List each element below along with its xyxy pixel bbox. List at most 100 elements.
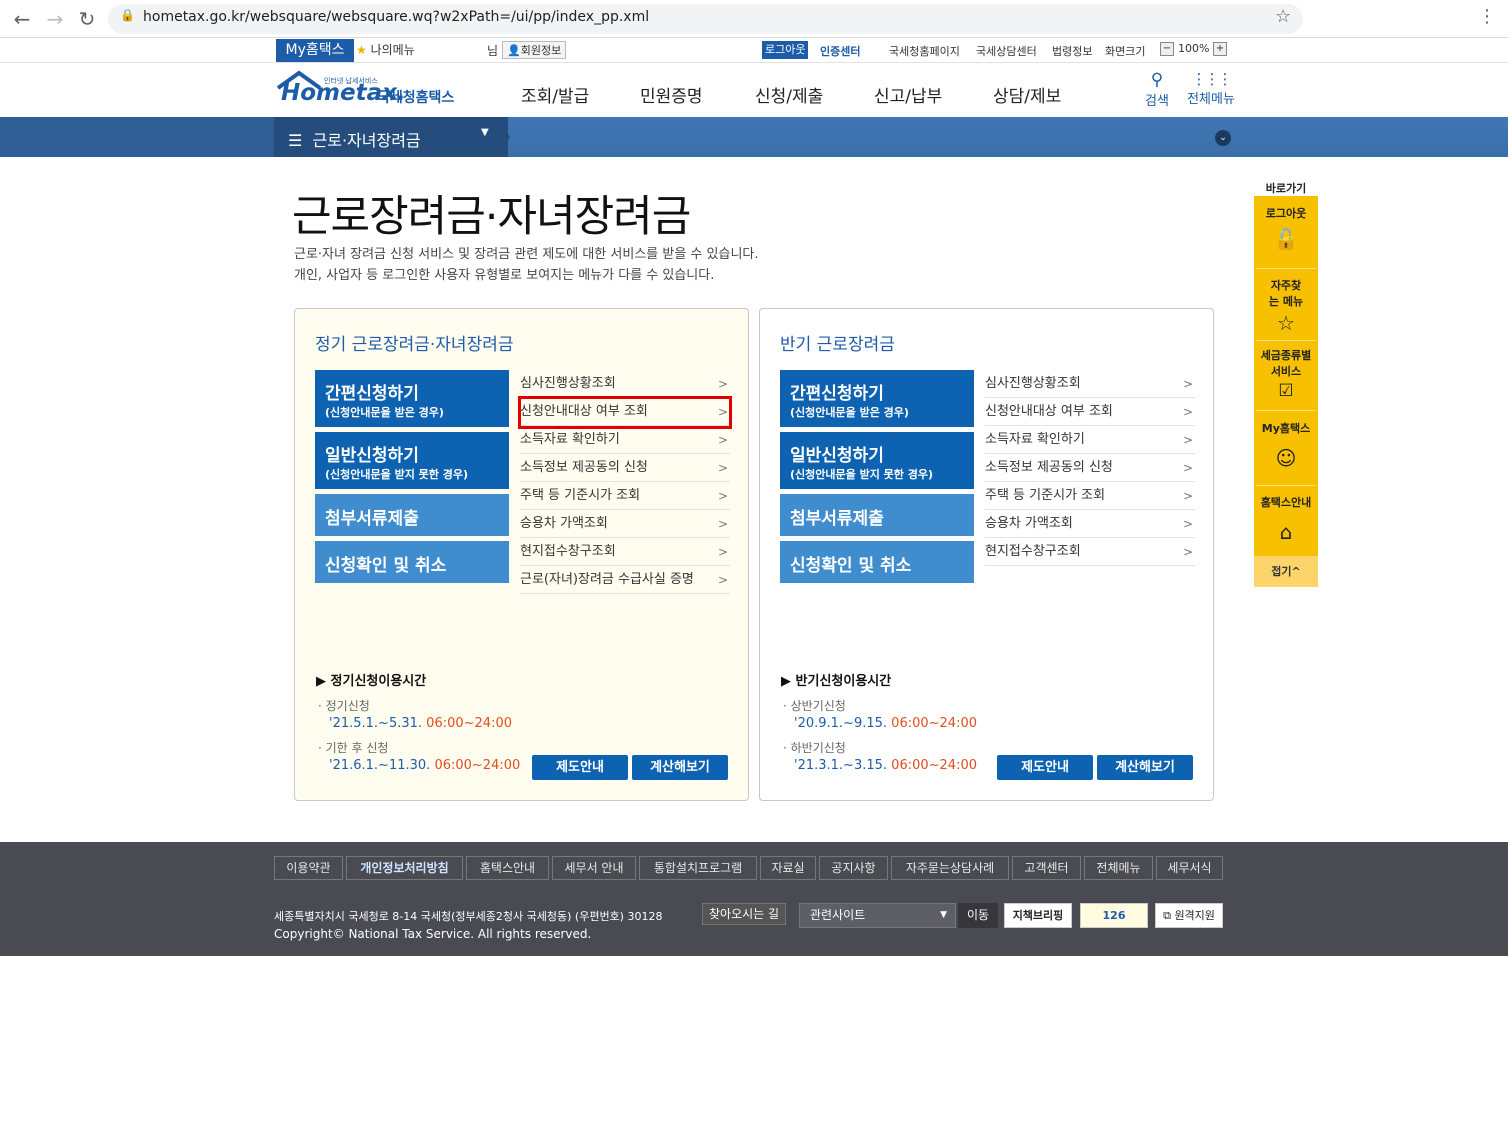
quick-logout[interactable]: 로그아웃 🔓 xyxy=(1254,205,1318,251)
footer-all-menu[interactable]: 전체메뉴 xyxy=(1084,856,1153,880)
regular-period1: '21.5.1.~5.31. 06:00~24:00 xyxy=(329,716,512,731)
simple-apply-sub: (신청안내문을 받은 경우) xyxy=(325,406,444,419)
my-hometax-button[interactable]: My홈택스 xyxy=(276,39,354,62)
general-apply-sub: (신청안내문을 받지 못한 경우) xyxy=(790,468,933,481)
attach-docs-title: 첨부서류제출 xyxy=(325,509,419,529)
half-link-onsite-window[interactable]: 현지접수창구조회 > xyxy=(985,538,1195,566)
half-link-income-consent[interactable]: 소득정보 제공동의 신청 > xyxy=(985,454,1195,482)
tax-counsel-link[interactable]: 국세상담센터 xyxy=(976,43,1037,59)
grid-icon: ⋮⋮⋮ xyxy=(1191,70,1233,88)
back-arrow-icon[interactable]: ← xyxy=(9,6,35,32)
footer-customer-center[interactable]: 고객센터 xyxy=(1012,856,1081,880)
gnb-civil-certificate[interactable]: 민원증명 xyxy=(640,82,703,107)
period-label: 상반기신청 xyxy=(790,699,846,713)
screen-size-label: 화면크기 xyxy=(1105,45,1146,58)
general-apply-button[interactable]: 일반신청하기 (신청안내문을 받지 못한 경우) xyxy=(315,432,509,489)
gnb-report-pay[interactable]: 신고/납부 xyxy=(874,82,942,107)
half-simple-apply-button[interactable]: 간편신청하기 (신청안내문을 받은 경우) xyxy=(780,370,974,427)
category-selector-label[interactable]: ☰ 근로·자녀장려금 xyxy=(288,127,421,151)
half-link-car-value[interactable]: 승용차 가액조회 > xyxy=(985,510,1195,538)
footer-archive[interactable]: 자료실 xyxy=(760,856,816,880)
my-menu-button[interactable]: ★ 나의메뉴 xyxy=(356,41,415,58)
simple-apply-title: 간편신청하기 xyxy=(790,384,884,404)
general-apply-sub: (신청안내문을 받지 못한 경우) xyxy=(325,468,468,481)
zoom-out-button[interactable]: − xyxy=(1160,42,1174,56)
gnb-inquiry-issue[interactable]: 조회/발급 xyxy=(521,82,589,107)
simple-apply-button[interactable]: 간편신청하기 (신청안내문을 받은 경우) xyxy=(315,370,509,427)
all-menu-button[interactable]: ⋮⋮⋮ 전체메뉴 xyxy=(1185,70,1237,107)
quick-hometax-guide[interactable]: 홈택스안내 ⌂ xyxy=(1254,494,1318,544)
utility-bar xyxy=(0,38,1508,63)
link-receipt-certificate[interactable]: 근로(자녀)장려금 수급사실 증명 > xyxy=(520,566,730,594)
remote-support-button[interactable]: ⧉ 원격지원 xyxy=(1155,903,1223,928)
policy-briefing-button[interactable]: 지책브리핑 xyxy=(1004,903,1072,928)
half-confirm-cancel-button[interactable]: 신청확인 및 취소 xyxy=(780,541,974,583)
quick-my-hometax[interactable]: My홈택스 ☺ xyxy=(1254,420,1318,470)
reload-icon[interactable]: ↻ xyxy=(74,6,100,32)
regular-guide-button[interactable]: 제도안내 xyxy=(532,755,628,780)
footer-install-program[interactable]: 통합설치프로그램 xyxy=(639,856,757,880)
zoom-in-button[interactable]: + xyxy=(1213,42,1227,56)
gnb-consult-report[interactable]: 상담/제보 xyxy=(993,82,1061,107)
quick-tax-type-service[interactable]: 세금종류별 서비스 ☑ xyxy=(1254,347,1318,401)
link-income-consent[interactable]: 소득정보 제공동의 신청 > xyxy=(520,454,730,482)
half-calc-button[interactable]: 계산해보기 xyxy=(1097,755,1193,780)
nts-homepage-link[interactable]: 국세청홈페이지 xyxy=(889,43,960,59)
related-site-select[interactable]: 관련사이트 ▼ xyxy=(799,903,956,928)
footer-tax-forms[interactable]: 세무서식 xyxy=(1156,856,1223,880)
law-info-link[interactable]: 법령정보 xyxy=(1052,43,1092,59)
person-icon: 👤 xyxy=(507,44,521,57)
logo-korean[interactable]: 국세청홈택스 xyxy=(377,87,454,107)
search-button[interactable]: ⚲ 검색 xyxy=(1142,70,1172,109)
chevron-right-icon: > xyxy=(1182,405,1193,419)
chevron-down-icon[interactable]: ⌄ xyxy=(1215,130,1231,146)
link-review-status[interactable]: 심사진행상황조회 > xyxy=(520,370,730,398)
footer-hometax-guide[interactable]: 홈택스안내 xyxy=(466,856,549,880)
chevron-right-icon: > xyxy=(717,461,728,475)
footer-notice[interactable]: 공지사항 xyxy=(819,856,888,880)
footer-tax-office-guide[interactable]: 세무서 안내 xyxy=(552,856,636,880)
half-link-eligibility-check[interactable]: 신청안내대상 여부 조회 > xyxy=(985,398,1195,426)
caret-down-icon[interactable]: ▼ xyxy=(481,127,489,138)
quick-label: My홈택스 xyxy=(1261,422,1311,435)
logout-button[interactable]: 로그아웃 xyxy=(762,41,809,59)
tax-126-button[interactable]: 126 xyxy=(1080,903,1148,928)
half-general-apply-button[interactable]: 일반신청하기 (신청안내문을 받지 못한 경우) xyxy=(780,432,974,489)
confirm-cancel-button[interactable]: 신청확인 및 취소 xyxy=(315,541,509,583)
lock-icon: 🔒 xyxy=(120,8,135,22)
half-link-income-data-check[interactable]: 소득자료 확인하기 > xyxy=(985,426,1195,454)
link-income-data-check[interactable]: 소득자료 확인하기 > xyxy=(520,426,730,454)
half-attach-docs-button[interactable]: 첨부서류제출 xyxy=(780,494,974,536)
half-link-housing-price[interactable]: 주택 등 기준시가 조회 > xyxy=(985,482,1195,510)
quick-favorite-menu[interactable]: 자주찾는 메뉴 ☆ xyxy=(1254,277,1318,335)
forward-arrow-icon[interactable]: → xyxy=(42,6,68,32)
url-text[interactable]: hometax.go.kr/websquare/websquare.wq?w2x… xyxy=(143,9,649,25)
half-panel-title: 반기 근로장려금 xyxy=(780,335,895,355)
footer-terms[interactable]: 이용약관 xyxy=(274,856,343,880)
link-car-value[interactable]: 승용차 가액조회 > xyxy=(520,510,730,538)
period-time: 06:00~24:00 xyxy=(891,716,977,731)
half-guide-button[interactable]: 제도안내 xyxy=(997,755,1093,780)
gnb-apply-submit[interactable]: 신청/제출 xyxy=(755,82,823,107)
footer-privacy-policy[interactable]: 개인정보처리방침 xyxy=(346,856,463,880)
quick-fold-button[interactable]: 접기^ xyxy=(1254,556,1318,587)
confirm-cancel-title: 신청확인 및 취소 xyxy=(325,556,447,576)
member-info-button[interactable]: 👤회원정보 xyxy=(502,41,567,59)
link-housing-price[interactable]: 주택 등 기준시가 조회 > xyxy=(520,482,730,510)
move-button[interactable]: 이동 xyxy=(958,903,998,928)
regular-calc-button[interactable]: 계산해보기 xyxy=(632,755,728,780)
section-label: 반기신청이용시간 xyxy=(795,674,892,689)
link-onsite-window[interactable]: 현지접수창구조회 > xyxy=(520,538,730,566)
half-link-review-status[interactable]: 심사진행상황조회 > xyxy=(985,370,1195,398)
all-menu-label: 전체메뉴 xyxy=(1187,92,1235,107)
footer-faq-cases[interactable]: 자주묻는상담사례 xyxy=(891,856,1009,880)
link-label: 승용차 가액조회 xyxy=(985,516,1073,531)
chevron-right-icon: > xyxy=(1182,545,1193,559)
find-road-button[interactable]: 찾아오시는 길 xyxy=(702,903,787,925)
bookmark-star-icon[interactable]: ☆ xyxy=(1275,6,1291,27)
browser-menu-icon[interactable]: ⋮ xyxy=(1478,6,1496,27)
highlight-box xyxy=(518,396,732,429)
attach-docs-button[interactable]: 첨부서류제출 xyxy=(315,494,509,536)
quick-divider xyxy=(1256,340,1316,341)
cert-center-link[interactable]: 인증센터 xyxy=(820,43,860,59)
